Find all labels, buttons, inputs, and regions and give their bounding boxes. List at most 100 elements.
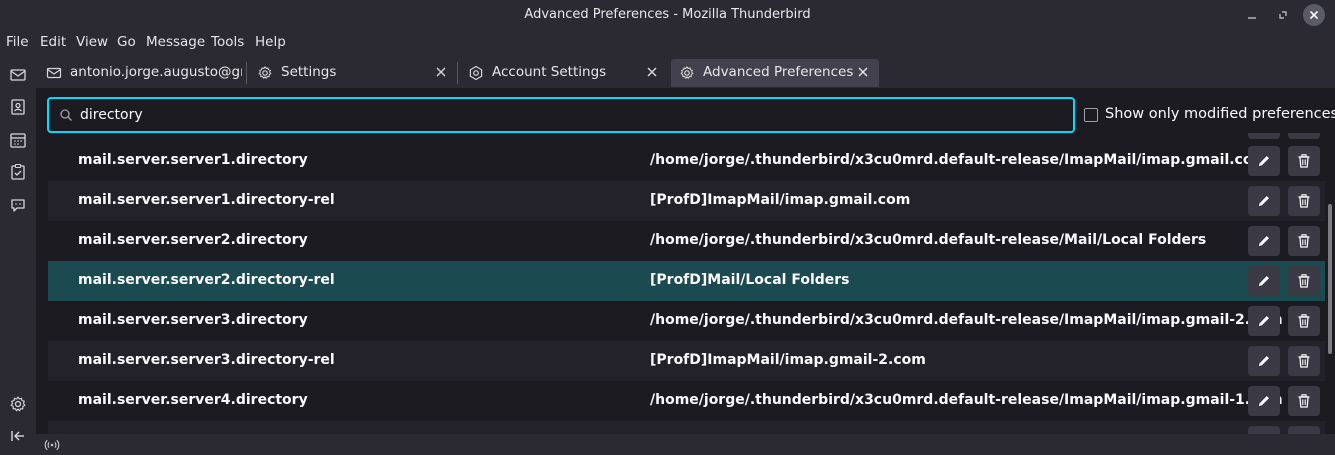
table-row[interactable]: mail.server.server3.directory /home/jorg… bbox=[48, 301, 1325, 341]
online-status-icon[interactable] bbox=[44, 437, 60, 453]
edit-button[interactable] bbox=[1248, 226, 1280, 256]
tab-settings[interactable]: Settings bbox=[249, 59, 455, 87]
preference-value: [ProfD]Mail/Local Folders bbox=[650, 272, 850, 288]
mail-icon bbox=[10, 69, 26, 81]
close-icon[interactable] bbox=[855, 64, 871, 80]
delete-button[interactable] bbox=[1288, 386, 1320, 416]
menu-view[interactable]: View bbox=[76, 34, 108, 50]
edit-button[interactable] bbox=[1248, 266, 1280, 296]
preference-name: mail.server.server1.directory bbox=[78, 152, 308, 168]
preference-value: /home/jorge/.thunderbird/x3cu0mrd.defaul… bbox=[650, 392, 1283, 408]
table-row[interactable]: mail.server.server3.directory-rel [ProfD… bbox=[48, 341, 1325, 381]
edit-button[interactable] bbox=[1248, 146, 1280, 176]
trash-icon bbox=[1298, 274, 1310, 288]
table-row[interactable]: mail.server.server1.directory-rel [ProfD… bbox=[48, 181, 1325, 221]
collapse-spaces-button[interactable] bbox=[8, 426, 28, 446]
title-bar: Advanced Preferences - Mozilla Thunderbi… bbox=[0, 0, 1335, 30]
window-title: Advanced Preferences - Mozilla Thunderbi… bbox=[524, 7, 811, 22]
tab-mail[interactable]: antonio.jorge.augusto@gmail.com bbox=[38, 59, 244, 87]
chat-icon bbox=[11, 199, 25, 212]
close-icon[interactable] bbox=[644, 64, 660, 80]
menu-tools[interactable]: Tools bbox=[211, 34, 244, 50]
table-row-partial[interactable] bbox=[48, 421, 1325, 434]
preference-value: [ProfD]ImapMail/imap.gmail-2.com bbox=[650, 352, 926, 368]
space-tasks-button[interactable] bbox=[8, 162, 28, 182]
preference-value: /home/jorge/.thunderbird/x3cu0mrd.defaul… bbox=[650, 152, 1268, 168]
close-icon[interactable] bbox=[433, 64, 449, 80]
advanced-preferences-page: Show only modified preferences mail.serv… bbox=[36, 88, 1335, 434]
pencil-icon bbox=[1259, 356, 1269, 366]
delete-button[interactable] bbox=[1288, 133, 1320, 139]
menu-edit[interactable]: Edit bbox=[40, 34, 66, 50]
pencil-icon bbox=[1259, 196, 1269, 206]
preference-name: mail.server.server2.directory bbox=[78, 232, 308, 248]
tab-separator bbox=[246, 62, 247, 84]
edit-button[interactable] bbox=[1248, 306, 1280, 336]
space-chat-button[interactable] bbox=[8, 195, 28, 215]
calendar-icon bbox=[10, 133, 26, 148]
delete-button[interactable] bbox=[1288, 426, 1320, 434]
table-row[interactable]: mail.server.server2.directory /home/jorg… bbox=[48, 221, 1325, 261]
edit-button[interactable] bbox=[1248, 186, 1280, 216]
mail-icon bbox=[46, 67, 62, 79]
trash-icon bbox=[1298, 194, 1310, 208]
tasks-icon bbox=[11, 163, 25, 180]
space-settings-button[interactable] bbox=[8, 394, 28, 414]
delete-button[interactable] bbox=[1288, 346, 1320, 376]
tab-settings-label: Settings bbox=[281, 64, 337, 80]
tab-account-settings[interactable]: Account Settings bbox=[460, 59, 666, 87]
close-icon bbox=[1309, 10, 1319, 20]
gear-icon bbox=[680, 66, 694, 79]
edit-button[interactable] bbox=[1248, 426, 1280, 434]
show-modified-label[interactable]: Show only modified preferences bbox=[1105, 106, 1335, 122]
preference-name: mail.server.server1.directory-rel bbox=[78, 192, 335, 208]
hexagon-gear-icon bbox=[469, 65, 483, 81]
delete-button[interactable] bbox=[1288, 306, 1320, 336]
gear-icon bbox=[258, 66, 272, 79]
space-mail-button[interactable] bbox=[8, 65, 28, 85]
table-row[interactable]: mail.server.server1.directory /home/jorg… bbox=[48, 141, 1325, 181]
menu-go[interactable]: Go bbox=[117, 34, 136, 50]
table-row-selected[interactable]: mail.server.server2.directory-rel [ProfD… bbox=[48, 261, 1325, 301]
menu-message[interactable]: Message bbox=[146, 34, 205, 50]
pencil-icon bbox=[1259, 156, 1269, 166]
preference-name: mail.server.server4.directory bbox=[78, 392, 308, 408]
pencil-icon bbox=[1259, 316, 1269, 326]
menu-bar: File Edit View Go Message Tools Help bbox=[0, 30, 1335, 56]
delete-button[interactable] bbox=[1288, 146, 1320, 176]
menu-help[interactable]: Help bbox=[255, 34, 286, 50]
menu-file[interactable]: File bbox=[6, 34, 29, 50]
edit-button[interactable] bbox=[1248, 386, 1280, 416]
table-row[interactable]: mail.server.server4.directory /home/jorg… bbox=[48, 381, 1325, 421]
preference-value: /home/jorge/.thunderbird/x3cu0mrd.defaul… bbox=[650, 232, 1207, 248]
delete-button[interactable] bbox=[1288, 266, 1320, 296]
preference-name: mail.server.server2.directory-rel bbox=[78, 272, 335, 288]
trash-icon bbox=[1298, 354, 1310, 368]
search-input[interactable] bbox=[80, 105, 1060, 125]
show-modified-checkbox[interactable] bbox=[1084, 108, 1098, 122]
close-window-button[interactable] bbox=[1303, 4, 1325, 26]
maximize-button[interactable] bbox=[1273, 5, 1293, 25]
edit-button[interactable] bbox=[1248, 133, 1280, 139]
address-book-icon bbox=[11, 99, 25, 115]
space-calendar-button[interactable] bbox=[8, 130, 28, 150]
collapse-sidebar-icon bbox=[11, 431, 24, 441]
preference-name: mail.server.server3.directory bbox=[78, 312, 308, 328]
delete-button[interactable] bbox=[1288, 226, 1320, 256]
search-icon bbox=[60, 109, 72, 121]
edit-button[interactable] bbox=[1248, 346, 1280, 376]
preference-name: mail.server.server3.directory-rel bbox=[78, 352, 335, 368]
pencil-icon bbox=[1259, 276, 1269, 286]
tab-advanced-preferences[interactable]: Advanced Preferences bbox=[671, 59, 879, 87]
minimize-icon bbox=[1248, 17, 1256, 19]
preference-value: /home/jorge/.thunderbird/x3cu0mrd.defaul… bbox=[650, 312, 1283, 328]
tab-advanced-preferences-label: Advanced Preferences bbox=[703, 64, 854, 80]
trash-icon bbox=[1298, 154, 1310, 168]
scrollbar-thumb[interactable] bbox=[1328, 204, 1332, 354]
minimize-button[interactable] bbox=[1242, 5, 1262, 25]
trash-icon bbox=[1298, 394, 1310, 408]
space-addressbook-button[interactable] bbox=[8, 97, 28, 117]
delete-button[interactable] bbox=[1288, 186, 1320, 216]
preference-value: [ProfD]ImapMail/imap.gmail.com bbox=[650, 192, 911, 208]
search-box[interactable] bbox=[47, 97, 1075, 133]
